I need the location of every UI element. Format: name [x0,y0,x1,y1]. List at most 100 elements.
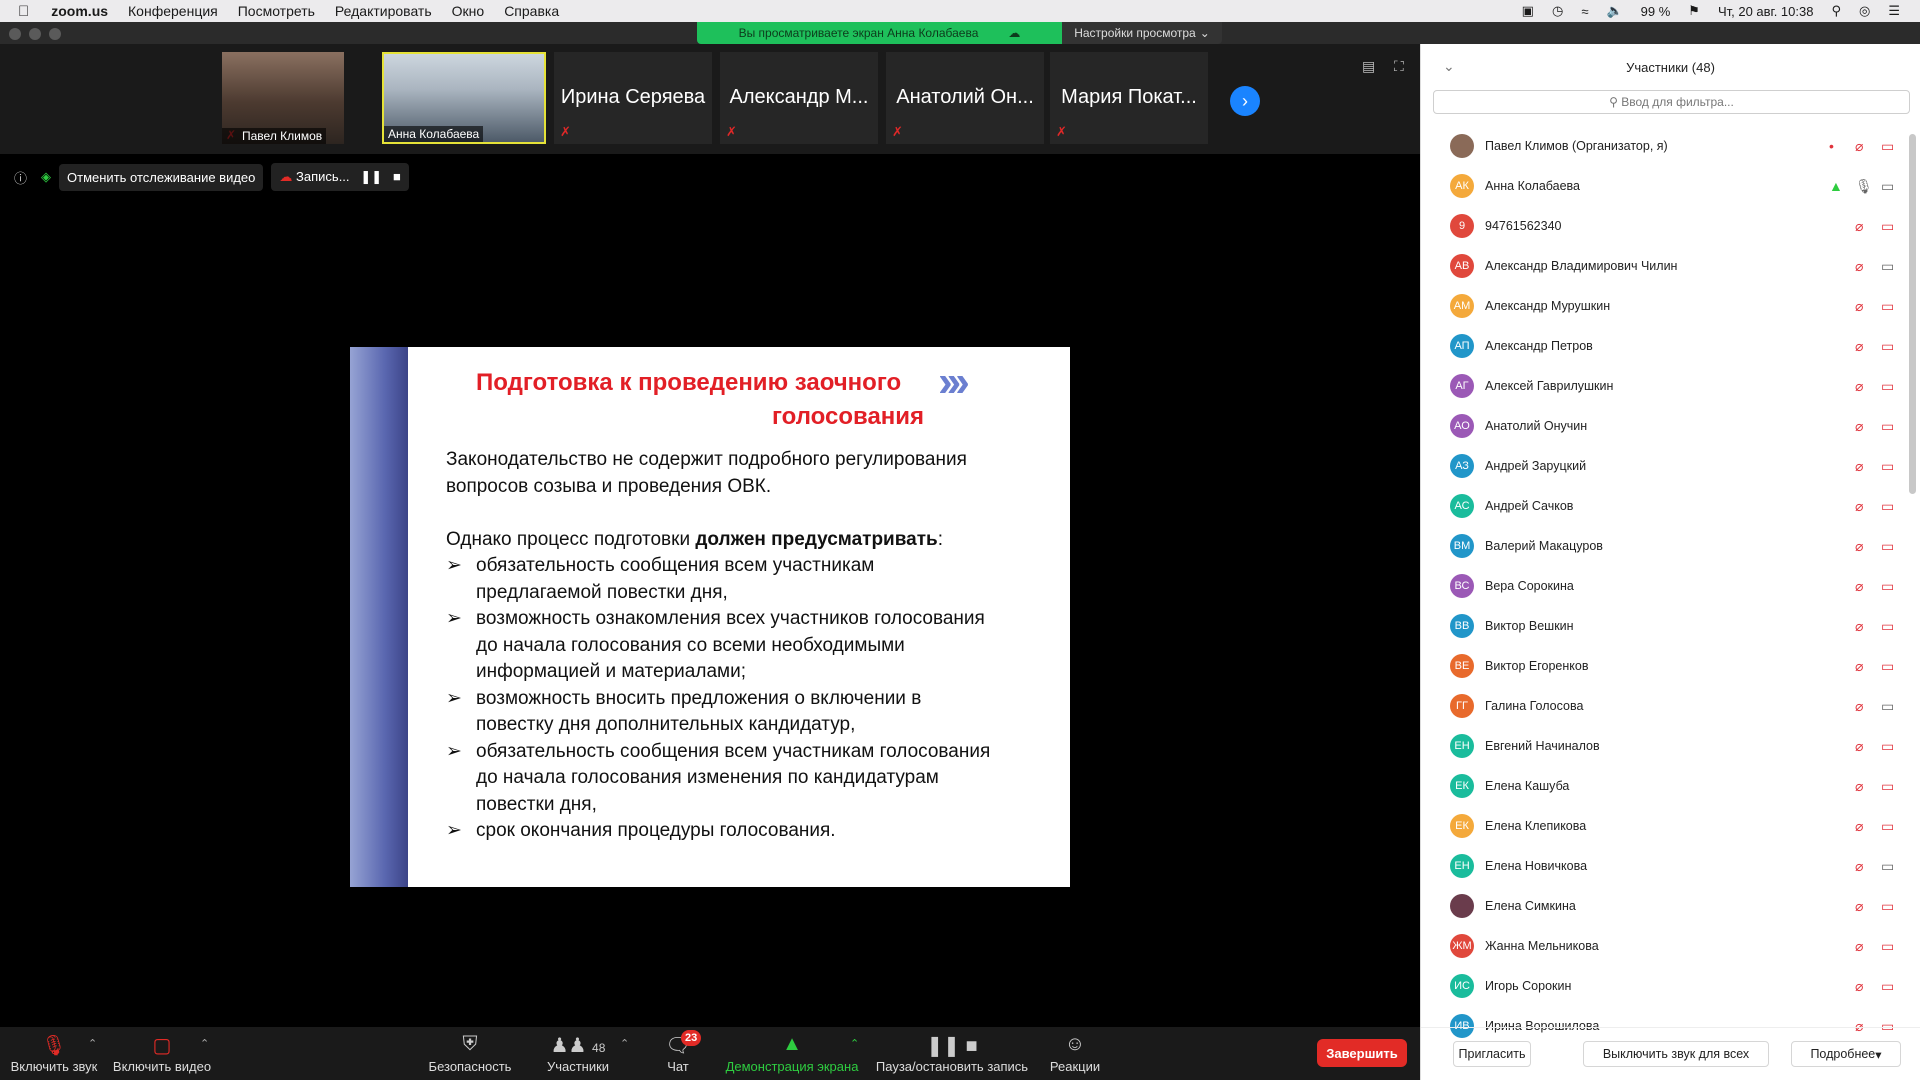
camera-off-icon[interactable]: ▭ [1881,778,1894,795]
name-tile[interactable]: Анатолий Он... ✗ [886,52,1044,144]
mic-muted-icon[interactable]: ⌀ [1855,618,1863,635]
camera-icon[interactable]: ▭ [1881,258,1894,275]
participant-row[interactable]: АС Андрей Сачков ⌀ ▭ [1421,486,1911,526]
view-options-button[interactable]: Настройки просмотра ⌄ [1062,22,1222,44]
camera-off-icon[interactable]: ▭ [1881,138,1894,155]
participant-row[interactable]: АМ Александр Мурушкин ⌀ ▭ [1421,286,1911,326]
recording-indicator[interactable]: ☁ Запись... ❚❚ ■ [271,163,409,191]
menu-help[interactable]: Справка [504,3,559,19]
camera-off-icon[interactable]: ▭ [1881,618,1894,635]
end-meeting-button[interactable]: Завершить [1317,1039,1407,1067]
participant-row[interactable]: ВМ Валерий Макацуров ⌀ ▭ [1421,526,1911,566]
control-center-icon[interactable]: ◎ [1859,3,1870,19]
participants-button[interactable]: ♟♟ 48 Участники [535,1027,621,1080]
camera-off-icon[interactable]: ▭ [1881,338,1894,355]
participant-row[interactable]: ИС Игорь Сорокин ⌀ ▭ [1421,966,1911,1006]
participant-row[interactable]: ВС Вера Сорокина ⌀ ▭ [1421,566,1911,606]
participant-row[interactable]: АП Александр Петров ⌀ ▭ [1421,326,1911,366]
camera-off-icon[interactable]: ▭ [1881,538,1894,555]
mic-muted-icon[interactable]: ⌀ [1855,658,1863,675]
mic-muted-icon[interactable]: ⌀ [1855,778,1863,795]
stop-icon[interactable]: ■ [393,169,401,184]
video-options-caret[interactable]: ⌃ [200,1037,209,1050]
mic-muted-icon[interactable]: ⌀ [1855,978,1863,995]
camera-off-icon[interactable]: ▭ [1881,818,1894,835]
mic-muted-icon[interactable]: ⌀ [1855,458,1863,475]
participant-row[interactable]: АВ Александр Владимирович Чилин ⌀ ▭ [1421,246,1911,286]
participant-row[interactable]: 9 94761562340 ⌀ ▭ [1421,206,1911,246]
security-button[interactable]: ⛨ Безопасность [420,1027,520,1080]
mic-muted-icon[interactable]: ⌀ [1855,858,1863,875]
participant-row[interactable]: ВЕ Виктор Егоренков ⌀ ▭ [1421,646,1911,686]
time-machine-icon[interactable]: ◷ [1552,3,1563,19]
participant-row[interactable]: АЗ Андрей Заруцкий ⌀ ▭ [1421,446,1911,486]
video-tile[interactable]: ✗ Павел Климов [222,52,344,144]
participant-row[interactable]: АГ Алексей Гаврилушкин ⌀ ▭ [1421,366,1911,406]
info-icon[interactable]: ⓘ [14,168,27,187]
camera-off-icon[interactable]: ▭ [1881,458,1894,475]
mic-muted-icon[interactable]: ⌀ [1855,898,1863,915]
mic-muted-icon[interactable]: ⌀ [1855,578,1863,595]
mic-muted-icon[interactable]: ⌀ [1855,498,1863,515]
spotlight-icon[interactable]: ⚲ [1831,3,1841,19]
participant-row[interactable]: Павел Климов (Организатор, я) ⌀ ▭ • [1421,126,1911,166]
camera-off-icon[interactable]: ▭ [1881,658,1894,675]
menu-edit[interactable]: Редактировать [335,3,432,19]
share-options-caret[interactable]: ⌃ [850,1037,859,1050]
participant-row[interactable]: ЖМ Жанна Мельникова ⌀ ▭ [1421,926,1911,966]
participant-row[interactable]: ГГ Галина Голосова ⌀ ▭ [1421,686,1911,726]
unmute-button[interactable]: 🎙 Включить звук [4,1027,104,1080]
mic-muted-icon[interactable]: ⌀ [1855,698,1863,715]
participant-row[interactable]: ЕК Елена Клепикова ⌀ ▭ [1421,806,1911,846]
name-tile[interactable]: Мария Покат... ✗ [1050,52,1208,144]
participant-row[interactable]: ВВ Виктор Вешкин ⌀ ▭ [1421,606,1911,646]
next-page-button[interactable]: › [1230,86,1260,116]
mic-muted-icon[interactable]: ⌀ [1855,938,1863,955]
mic-muted-icon[interactable]: ⌀ [1855,818,1863,835]
participant-row[interactable]: АО Анатолий Онучин ⌀ ▭ [1421,406,1911,446]
share-screen-button[interactable]: ▲ Демонстрация экрана [720,1027,864,1080]
camera-off-icon[interactable]: ▭ [1881,978,1894,995]
camera-off-icon[interactable]: ▭ [1881,938,1894,955]
pause-stop-recording-button[interactable]: ❚❚ ■ Пауза/остановить запись [872,1027,1032,1080]
close-window-button[interactable] [9,28,21,40]
apple-icon[interactable]:  [18,3,29,20]
wifi-icon[interactable]: ≈ [1581,4,1588,19]
camera-off-icon[interactable]: ▭ [1881,898,1894,915]
participant-row[interactable]: ЕН Елена Новичкова ⌀ ▭ [1421,846,1911,886]
reactions-button[interactable]: ☺ Реакции [1042,1027,1108,1080]
participant-row[interactable]: ЕН Евгений Начиналов ⌀ ▭ [1421,726,1911,766]
more-button[interactable]: Подробнее ▾ [1791,1041,1901,1067]
mic-muted-icon[interactable]: ⌀ [1855,538,1863,555]
audio-options-caret[interactable]: ⌃ [88,1037,97,1050]
mic-muted-icon[interactable]: ⌀ [1855,298,1863,315]
stop-follow-video-button[interactable]: Отменить отслеживание видео [59,163,264,191]
invite-button[interactable]: Пригласить [1453,1041,1531,1067]
filter-input[interactable]: ⚲ Ввод для фильтра... [1433,90,1910,114]
layout-icon[interactable]: ▤ [1362,58,1375,75]
mute-all-button[interactable]: Выключить звук для всех [1583,1041,1769,1067]
camera-off-icon[interactable]: ▭ [1881,218,1894,235]
flag-icon[interactable]: ⚑ [1688,3,1700,19]
mic-muted-icon[interactable]: ⌀ [1855,338,1863,355]
video-tile-active-speaker[interactable]: Анна Колабаева [382,52,546,144]
participants-caret[interactable]: ⌃ [620,1037,629,1050]
camera-off-icon[interactable]: ▭ [1881,498,1894,515]
participant-row[interactable]: АК Анна Колабаева 🎙 ▭ ▲ [1421,166,1911,206]
mic-icon[interactable]: 🎙 [1855,178,1873,195]
participant-row[interactable]: Елена Симкина ⌀ ▭ [1421,886,1911,926]
scrollbar[interactable] [1909,134,1916,494]
camera-icon[interactable]: ▭ [1881,698,1894,715]
name-tile[interactable]: Ирина Серяева ✗ [554,52,712,144]
mic-muted-icon[interactable]: ⌀ [1855,258,1863,275]
collapse-chevron-icon[interactable]: ⌄ [1443,58,1455,75]
mic-muted-icon[interactable]: ⌀ [1855,738,1863,755]
shield-check-icon[interactable]: ◈ [41,169,51,185]
datetime[interactable]: Чт, 20 авг. 10:38 [1718,4,1814,19]
zoom-window-button[interactable] [49,28,61,40]
fullscreen-icon[interactable]: ⛶ [1394,58,1404,75]
start-video-button[interactable]: ▢ Включить видео [110,1027,214,1080]
camera-off-icon[interactable]: ▭ [1881,378,1894,395]
name-tile[interactable]: Александр М... ✗ [720,52,878,144]
camera-off-icon[interactable]: ▭ [1881,738,1894,755]
